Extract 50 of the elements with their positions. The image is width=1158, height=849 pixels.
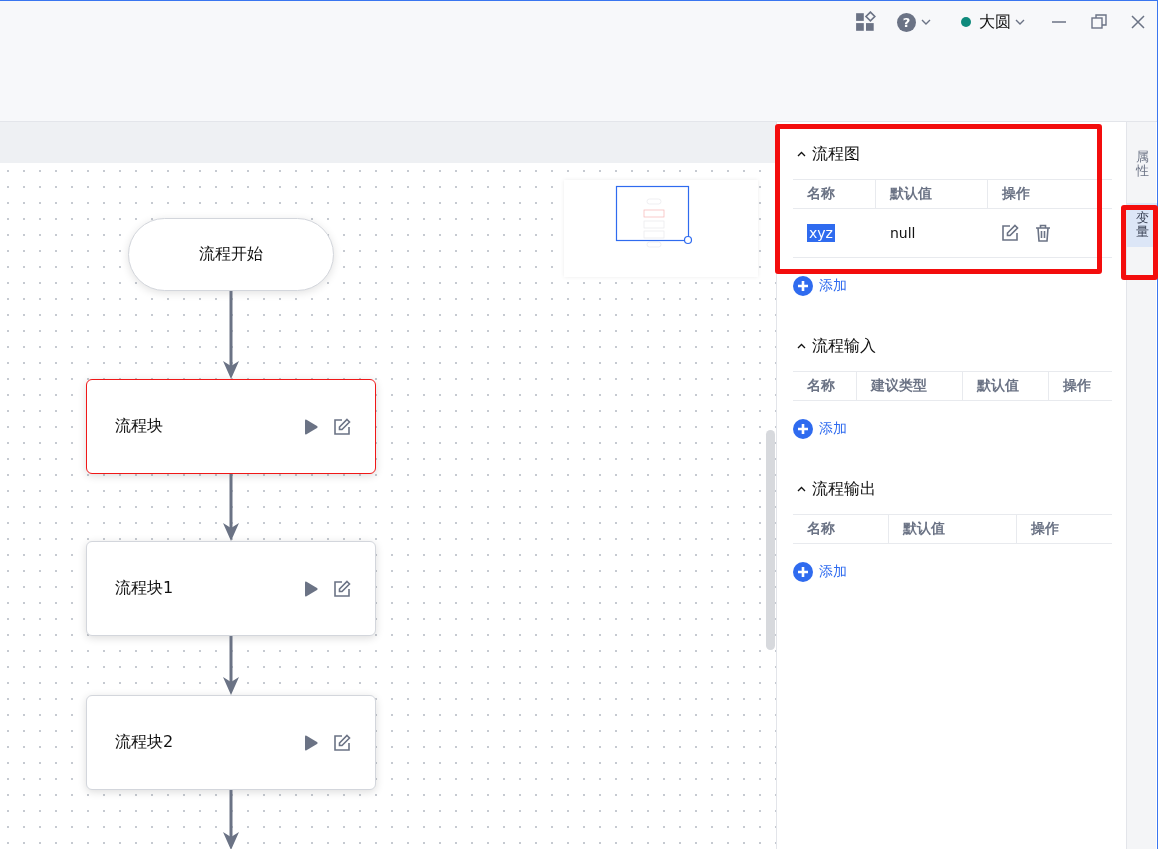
side-tab[interactable]: 属性 [1127, 142, 1157, 187]
flow-block[interactable]: 流程块2 [86, 695, 376, 790]
edit-icon[interactable] [333, 579, 351, 598]
column-header: 默认值 [875, 179, 988, 209]
flow-block[interactable]: 流程块 [86, 379, 376, 474]
variable-name: xyz [807, 224, 835, 242]
column-header: 名称 [793, 371, 857, 401]
chevron-up-icon[interactable] [797, 343, 806, 349]
column-header: 名称 [793, 179, 876, 209]
column-header: 默认值 [888, 514, 1017, 544]
edit-icon[interactable] [333, 417, 351, 436]
block-label: 流程块2 [115, 732, 175, 753]
add-link[interactable]: 添加 [793, 419, 847, 439]
connector-arrow [222, 790, 240, 849]
chevron-down-icon[interactable] [921, 18, 931, 26]
section-title[interactable]: 流程图 [812, 143, 860, 165]
section-title[interactable]: 流程输出 [812, 478, 876, 500]
column-header: 默认值 [962, 371, 1049, 401]
user-name[interactable]: 大圆 [979, 11, 1011, 33]
block-label: 流程块 [115, 416, 164, 437]
add-link[interactable]: 添加 [793, 276, 847, 296]
flow-block[interactable]: 流程块1 [86, 541, 376, 636]
play-icon[interactable] [303, 733, 319, 752]
plus-icon [793, 419, 813, 439]
trash-icon[interactable] [1035, 224, 1052, 242]
connector-arrow [222, 636, 240, 695]
start-node[interactable]: 流程开始 [128, 218, 334, 291]
chevron-down-icon[interactable] [1015, 18, 1025, 26]
column-header: 操作 [987, 179, 1112, 209]
play-icon[interactable] [303, 579, 319, 598]
chevron-up-icon[interactable] [797, 486, 806, 492]
section-title[interactable]: 流程输入 [812, 335, 876, 357]
help-icon[interactable]: ? [897, 12, 916, 32]
connector-arrow [222, 474, 240, 541]
play-icon[interactable] [303, 417, 319, 436]
plus-icon [793, 562, 813, 582]
apps-icon[interactable] [855, 11, 877, 33]
block-label: 流程块1 [115, 578, 175, 599]
default-value: null [889, 225, 916, 241]
plus-icon [793, 276, 813, 296]
scrollbar[interactable] [766, 430, 775, 650]
column-header: 操作 [1048, 371, 1112, 401]
column-header: 名称 [793, 514, 889, 544]
column-header: 操作 [1016, 514, 1112, 544]
edit-icon[interactable] [1001, 224, 1020, 242]
status-dot [961, 17, 971, 27]
chevron-up-icon[interactable] [797, 151, 806, 157]
add-link[interactable]: 添加 [793, 562, 847, 582]
column-header: 建议类型 [856, 371, 963, 401]
edit-icon[interactable] [333, 733, 351, 752]
